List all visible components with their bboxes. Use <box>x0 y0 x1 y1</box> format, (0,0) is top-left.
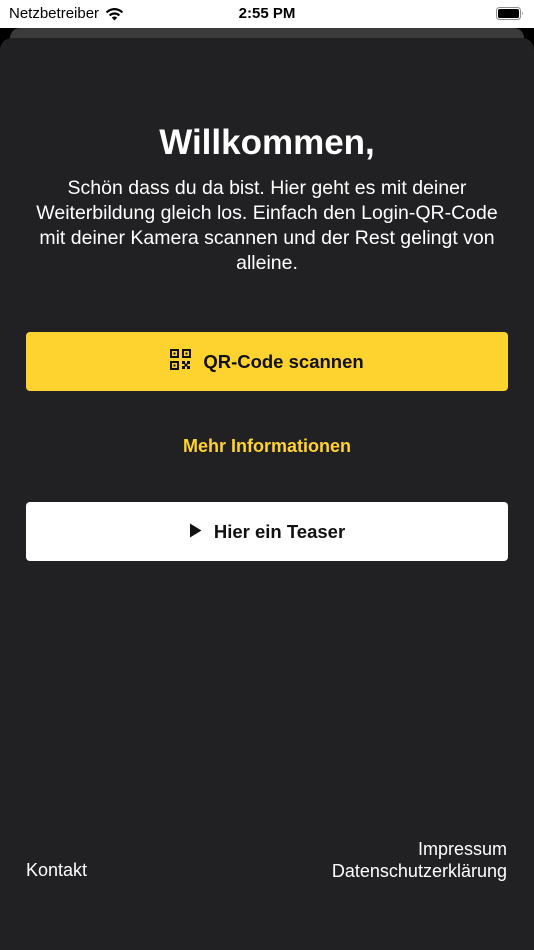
welcome-sheet <box>0 38 534 950</box>
imprint-link[interactable]: Impressum <box>332 838 507 860</box>
footer-links: Impressum Datenschutzerklärung <box>332 838 507 882</box>
status-bar: Netzbetreiber 2:55 PM <box>0 0 534 28</box>
contact-link[interactable]: Kontakt <box>26 860 87 881</box>
status-time: 2:55 PM <box>238 5 296 22</box>
play-icon <box>189 521 202 543</box>
teaser-label: Hier ein Teaser <box>213 520 346 542</box>
page-title: Willkommen, <box>159 123 375 162</box>
teaser-button[interactable]: Hier ein Teaser <box>26 502 508 561</box>
scan-qr-label: QR-Code scannen <box>203 350 364 372</box>
battery-icon <box>496 7 524 20</box>
more-info-link[interactable]: Mehr Informationen <box>0 436 534 457</box>
intro-text: Schön dass du da bist. Hier geht es mit … <box>36 177 498 274</box>
qr-code-icon <box>170 348 192 375</box>
scan-qr-button[interactable]: QR-Code scannen <box>26 332 508 391</box>
privacy-link[interactable]: Datenschutzerklärung <box>332 860 507 882</box>
